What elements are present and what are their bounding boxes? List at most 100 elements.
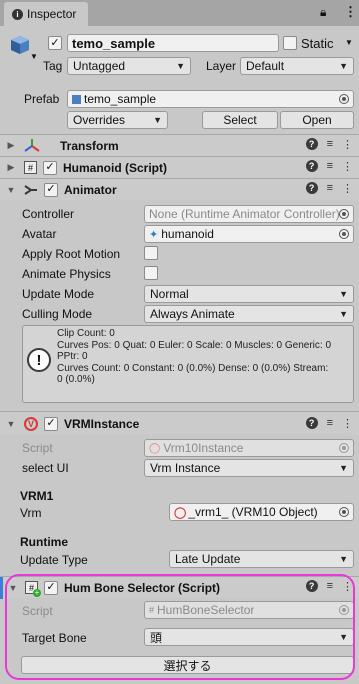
help-icon[interactable]: ? (305, 138, 318, 150)
object-picker-icon (339, 443, 349, 453)
static-dropdown-arrow[interactable]: ▼ (345, 38, 353, 47)
controller-label: Controller (22, 207, 75, 221)
animator-enabled-checkbox[interactable]: ✓ (44, 182, 58, 197)
update-mode-value: Normal (150, 287, 189, 301)
info-icon: i (12, 8, 23, 20)
script-icon: # (24, 161, 37, 174)
vrm-value: _vrm1_ (VRM10 Object) (188, 505, 318, 519)
select-ui-dropdown[interactable]: Vrm Instance ▼ (144, 459, 354, 477)
help-icon[interactable]: ? (305, 417, 318, 429)
tab-inspector[interactable]: i Inspector (4, 2, 88, 26)
animator-info-text: Clip Count: 0 Curves Pos: 0 Quat: 0 Eule… (57, 328, 352, 386)
culling-mode-label: Culling Mode (22, 307, 93, 321)
transform-title: Transform (60, 138, 119, 153)
prefab-dropdown-arrow[interactable]: ▼ (30, 52, 38, 61)
object-name: temo_sample (72, 35, 156, 51)
animate-physics-label: Animate Physics (22, 267, 111, 281)
collapse-arrow-icon: ▼ (6, 184, 16, 195)
menu-icon[interactable]: ⋮ (344, 4, 357, 20)
prefab-value: temo_sample (84, 92, 157, 106)
menu-icon[interactable]: ⋮ (342, 417, 353, 430)
avatar-value: humanoid (161, 227, 214, 241)
chevron-down-icon: ▼ (339, 61, 348, 71)
settings-sliders-icon[interactable]: ≡ (327, 138, 333, 151)
tag-label: Tag (43, 59, 63, 73)
layer-dropdown[interactable]: Default ▼ (240, 57, 354, 75)
object-picker-icon[interactable] (339, 507, 349, 517)
avatar-field[interactable]: ✦ humanoid (144, 225, 354, 243)
help-icon[interactable]: ? (305, 160, 318, 172)
chevron-down-icon: ▼ (176, 61, 185, 71)
vrm-enabled-checkbox[interactable]: ✓ (44, 416, 58, 431)
chevron-down-icon: ▼ (339, 554, 348, 564)
static-checkbox[interactable] (283, 36, 297, 50)
culling-mode-dropdown[interactable]: Always Animate ▼ (144, 305, 354, 323)
animator-title: Animator (64, 182, 117, 197)
menu-icon[interactable]: ⋮ (342, 182, 353, 195)
object-name-field[interactable]: temo_sample (67, 34, 279, 52)
vrm-object-icon: ◯ (174, 506, 187, 519)
vrm-script-icon: ◯ (149, 442, 161, 454)
layer-value: Default (246, 59, 285, 73)
info-line: 0 (0.0%) (57, 374, 95, 386)
object-picker-icon[interactable] (339, 209, 349, 219)
select-button[interactable]: Select (202, 111, 278, 129)
select-ui-value: Vrm Instance (150, 461, 221, 475)
controller-field[interactable]: None (Runtime Animator Controller) (144, 205, 354, 223)
tag-value: Untagged (73, 59, 126, 73)
expand-arrow-icon: ▶ (7, 140, 15, 150)
object-picker-icon[interactable] (339, 229, 349, 239)
info-line: Curves Pos: 0 Quat: 0 Euler: 0 Scale: 0 … (57, 339, 332, 351)
settings-sliders-icon[interactable]: ≡ (327, 182, 333, 195)
info-line: Clip Count: 0 (57, 328, 115, 339)
menu-icon[interactable]: ⋮ (342, 138, 353, 151)
vrm-label: Vrm (20, 506, 42, 520)
highlight-outline (5, 574, 355, 680)
controller-value: None (Runtime Animator Controller) (149, 207, 340, 221)
select-ui-label: select UI (22, 461, 69, 475)
chevron-down-icon: ▼ (339, 309, 348, 319)
tag-dropdown[interactable]: Untagged ▼ (67, 57, 191, 75)
menu-icon[interactable]: ⋮ (342, 160, 353, 173)
settings-sliders-icon[interactable]: ≡ (327, 417, 333, 430)
update-mode-label: Update Mode (22, 287, 95, 301)
vrm-field[interactable]: ◯ _vrm1_ (VRM10 Object) (169, 503, 354, 521)
settings-sliders-icon[interactable]: ≡ (327, 160, 333, 173)
lock-icon[interactable]: 🔒︎ (320, 5, 326, 20)
object-picker-icon[interactable] (339, 94, 349, 104)
open-button[interactable]: Open (280, 111, 354, 129)
avatar-icon: ✦ (149, 228, 159, 241)
runtime-section-title: Runtime (20, 535, 68, 549)
vrm-instance-header[interactable]: ▼ V ✓ VRMInstance ? ≡ ⋮ (0, 411, 359, 435)
chevron-down-icon: ▼ (153, 115, 162, 125)
gameobject-icon (9, 34, 31, 56)
info-line: PPtr: 0 (57, 351, 88, 363)
prefab-icon (72, 94, 81, 104)
animator-icon (24, 183, 38, 197)
info-line: Curves Count: 0 Constant: 0 (0.0%) Dense… (57, 362, 329, 374)
vrm-script-label: Script (22, 441, 53, 455)
apply-root-motion-label: Apply Root Motion (22, 247, 121, 261)
blue-selection-bar (0, 577, 3, 599)
avatar-label: Avatar (22, 227, 57, 241)
collapse-arrow-icon: ▼ (6, 418, 16, 429)
apply-root-motion-checkbox[interactable] (144, 246, 158, 260)
culling-mode-value: Always Animate (150, 307, 235, 321)
update-type-dropdown[interactable]: Late Update ▼ (169, 550, 354, 568)
vrm-script-value: Vrm10Instance (163, 441, 244, 455)
prefab-label: Prefab (24, 92, 60, 106)
update-mode-dropdown[interactable]: Normal ▼ (144, 285, 354, 303)
prefab-field[interactable]: temo_sample (67, 90, 354, 108)
overrides-label: Overrides (73, 113, 126, 127)
animator-header[interactable]: ▼ ✓ Animator ? ≡ ⋮ (0, 178, 359, 200)
help-icon[interactable]: ? (305, 182, 318, 194)
warning-icon: ! (27, 348, 51, 372)
humanoid-enabled-checkbox[interactable]: ✓ (43, 160, 57, 175)
active-checkbox[interactable]: ✓ (48, 36, 62, 50)
humanoid-header[interactable]: ▶ # ✓ Humanoid (Script) ? ≡ ⋮ (0, 156, 359, 178)
animate-physics-checkbox[interactable] (144, 266, 158, 280)
transform-header[interactable]: ▶ Transform ? ≡ ⋮ (0, 134, 359, 156)
vrm-instance-title: VRMInstance (64, 416, 140, 431)
static-label: Static (301, 36, 334, 51)
overrides-dropdown[interactable]: Overrides ▼ (67, 111, 168, 129)
